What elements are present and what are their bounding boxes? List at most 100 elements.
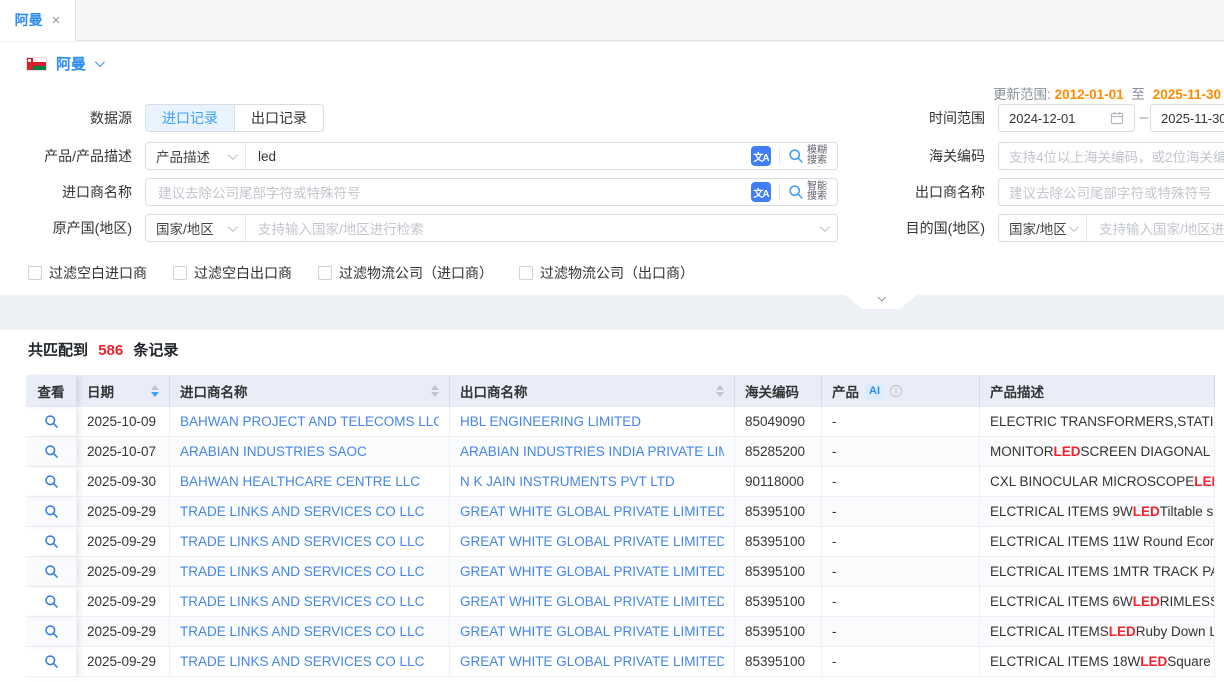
checkbox-filter-logistics-exporter[interactable]: 过滤物流公司（出口商）	[519, 263, 694, 283]
hs-code-placeholder: 支持4位以上海关编码，或2位海关编码加	[1009, 146, 1224, 166]
view-record-button[interactable]	[26, 467, 77, 497]
highlight-led: LED	[1054, 444, 1081, 459]
info-icon[interactable]	[889, 384, 903, 398]
date-range-dash: –	[1138, 104, 1150, 132]
smart-search-button[interactable]: 智能搜索	[788, 182, 827, 202]
hs-code-cell: 85395100	[735, 587, 822, 617]
checkbox-icon	[28, 266, 42, 280]
product-cell: -	[822, 407, 980, 437]
hs-code-input[interactable]: 支持4位以上海关编码，或2位海关编码加	[998, 142, 1224, 170]
description-cell: ELCTRICAL ITEMS 1MTR TRACK PATT...	[980, 557, 1215, 587]
importer-link[interactable]: TRADE LINKS AND SERVICES CO LLC	[180, 534, 424, 549]
sort-importer[interactable]	[425, 385, 439, 397]
date-cell: 2025-09-29	[77, 497, 170, 527]
checkbox-filter-logistics-importer[interactable]: 过滤物流公司（进口商）	[318, 263, 493, 283]
importer-link[interactable]: BAHWAN PROJECT AND TELECOMS LLC	[180, 414, 439, 429]
view-record-button[interactable]	[26, 647, 77, 677]
importer-link[interactable]: BAHWAN HEALTHCARE CENTRE LLC	[180, 474, 420, 489]
view-record-button[interactable]	[26, 617, 77, 647]
checkbox-filter-blank-importer[interactable]: 过滤空白进口商	[28, 263, 147, 283]
origin-country-input[interactable]: 支持输入国家/地区进行检索	[246, 218, 820, 238]
sort-date[interactable]	[145, 385, 159, 397]
form-row-2: 产品/产品描述 产品描述 led 文A 模糊搜索 海关	[0, 142, 1224, 170]
importer-link[interactable]: ARABIAN INDUSTRIES SAOC	[180, 444, 367, 459]
destination-country-input[interactable]: 支持输入国家/地区进行检索	[1087, 218, 1224, 238]
tab-oman[interactable]: 阿曼 ×	[0, 0, 76, 41]
highlight-led: LED	[1194, 474, 1215, 489]
close-icon[interactable]: ×	[52, 13, 61, 28]
filter-checkboxes: 过滤空白进口商 过滤空白出口商 过滤物流公司（进口商） 过滤物流公司（出口商）	[28, 263, 694, 283]
date-start-input[interactable]: 2024-12-01	[998, 104, 1135, 132]
exporter-placeholder: 建议去除公司尾部字符或特殊符号	[1009, 182, 1212, 202]
results-summary: 共匹配到 586 条记录	[28, 339, 178, 360]
exporter-link[interactable]: GREAT WHITE GLOBAL PRIVATE LIMITED	[460, 504, 724, 519]
importer-input[interactable]: 建议去除公司尾部字符或特殊符号	[146, 182, 751, 202]
importer-link[interactable]: TRADE LINKS AND SERVICES CO LLC	[180, 564, 424, 579]
destination-input-group: 国家/地区 支持输入国家/地区进行检索	[998, 214, 1224, 242]
divider	[779, 148, 780, 164]
checkbox-icon	[173, 266, 187, 280]
summary-suffix: 条记录	[133, 342, 178, 359]
header-hs-code: 海关编码	[735, 375, 822, 407]
view-record-button[interactable]	[26, 527, 77, 557]
checkbox-filter-blank-exporter[interactable]: 过滤空白出口商	[173, 263, 292, 283]
importer-link[interactable]: TRADE LINKS AND SERVICES CO LLC	[180, 504, 424, 519]
date-end-input[interactable]: 2025-11-30	[1150, 104, 1224, 132]
exporter-link[interactable]: ARABIAN INDUSTRIES INDIA PRIVATE LIMIT..…	[460, 444, 724, 459]
product-input-group: 产品描述 led 文A 模糊搜索	[145, 142, 838, 170]
exporter-link[interactable]: GREAT WHITE GLOBAL PRIVATE LIMITED	[460, 564, 724, 579]
product-type-select[interactable]: 产品描述	[146, 143, 246, 169]
product-cell: -	[822, 557, 980, 587]
importer-link[interactable]: TRADE LINKS AND SERVICES CO LLC	[180, 624, 424, 639]
table-row: 2025-10-09BAHWAN PROJECT AND TELECOMS LL…	[26, 407, 1215, 437]
origin-type-select[interactable]: 国家/地区	[146, 215, 246, 241]
exporter-link[interactable]: GREAT WHITE GLOBAL PRIVATE LIMITED	[460, 594, 724, 609]
product-search-input[interactable]: led	[246, 149, 751, 164]
exporter-link[interactable]: GREAT WHITE GLOBAL PRIVATE LIMITED	[460, 624, 724, 639]
exporter-link[interactable]: GREAT WHITE GLOBAL PRIVATE LIMITED	[460, 654, 724, 669]
importer-link[interactable]: TRADE LINKS AND SERVICES CO LLC	[180, 594, 424, 609]
header-date[interactable]: 日期	[77, 375, 170, 407]
sort-exporter[interactable]	[710, 385, 724, 397]
highlight-led: LED	[1133, 594, 1160, 609]
date-end-value: 2025-11-30	[1161, 111, 1224, 126]
translate-icon[interactable]: 文A	[751, 182, 771, 202]
form-row-3: 进口商名称 建议去除公司尾部字符或特殊符号 文A 智能搜索 出口商名称 建议去除…	[0, 178, 1224, 206]
header-product: 产品 AI	[822, 375, 980, 407]
product-input-actions: 文A 模糊搜索	[751, 146, 837, 166]
exporter-link[interactable]: GREAT WHITE GLOBAL PRIVATE LIMITED	[460, 534, 724, 549]
header-importer[interactable]: 进口商名称	[170, 375, 450, 407]
tab-export-records[interactable]: 出口记录	[234, 105, 323, 131]
country-selector[interactable]: 阿曼	[26, 53, 102, 74]
view-record-button[interactable]	[26, 437, 77, 467]
fuzzy-search-button[interactable]: 模糊搜索	[788, 146, 827, 166]
importer-link[interactable]: TRADE LINKS AND SERVICES CO LLC	[180, 654, 424, 669]
header-exporter[interactable]: 出口商名称	[450, 375, 735, 407]
date-cell: 2025-09-29	[77, 617, 170, 647]
tab-import-records[interactable]: 进口记录	[146, 105, 234, 131]
exporter-link[interactable]: HBL ENGINEERING LIMITED	[460, 414, 641, 429]
tab-bar: 阿曼 ×	[0, 0, 1224, 41]
translate-icon[interactable]: 文A	[751, 146, 771, 166]
checkbox-icon	[318, 266, 332, 280]
importer-label: 进口商名称	[0, 178, 132, 206]
chevron-down-icon	[877, 293, 885, 301]
collapse-panel-button[interactable]	[845, 295, 917, 309]
table-row: 2025-09-29TRADE LINKS AND SERVICES CO LL…	[26, 647, 1215, 677]
destination-type-select[interactable]: 国家/地区	[999, 215, 1087, 241]
view-record-button[interactable]	[26, 497, 77, 527]
view-search-icon	[44, 444, 59, 459]
description-cell: CXL BINOCULAR MICROSCOPE LED (...	[980, 467, 1215, 497]
date-cell: 2025-10-07	[77, 437, 170, 467]
exporter-link[interactable]: N K JAIN INSTRUMENTS PVT LTD	[460, 474, 675, 489]
destination-label: 目的国(地区)	[855, 214, 985, 242]
product-cell: -	[822, 587, 980, 617]
view-record-button[interactable]	[26, 407, 77, 437]
hs-code-cell: 90118000	[735, 467, 822, 497]
date-cell: 2025-09-29	[77, 557, 170, 587]
view-record-button[interactable]	[26, 557, 77, 587]
view-record-button[interactable]	[26, 587, 77, 617]
summary-prefix: 共匹配到	[28, 342, 88, 359]
date-cell: 2025-09-30	[77, 467, 170, 497]
exporter-input[interactable]: 建议去除公司尾部字符或特殊符号	[998, 178, 1224, 206]
